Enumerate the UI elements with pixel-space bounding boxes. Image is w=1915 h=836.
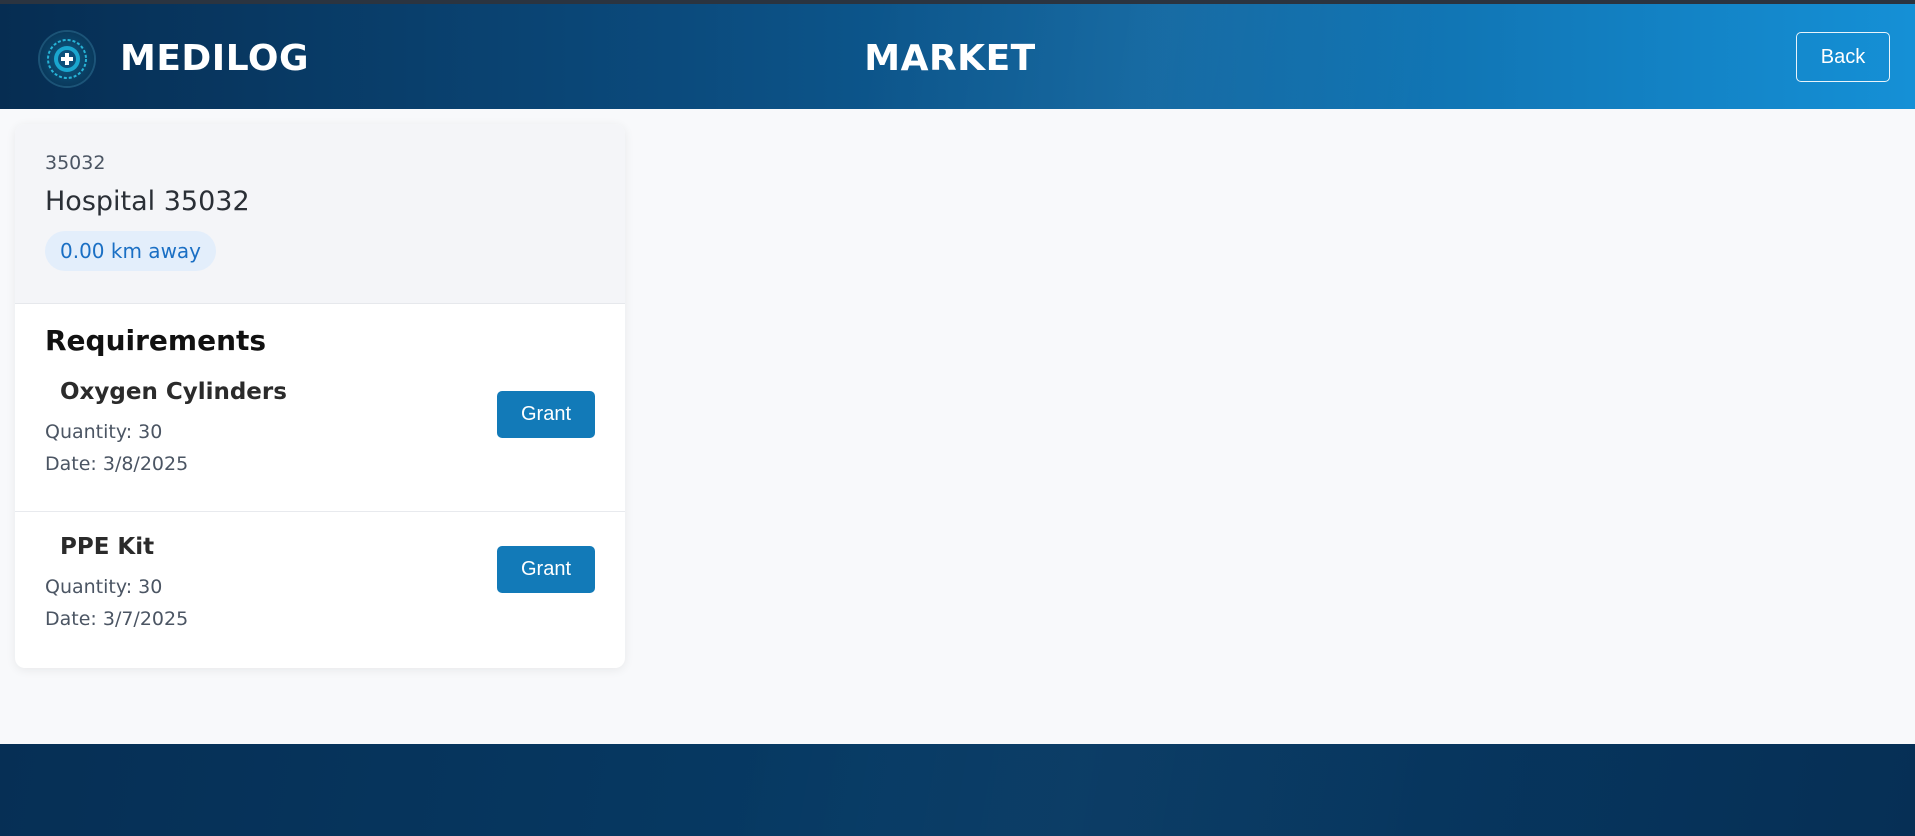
requirement-quantity: Quantity: 30 [45,576,163,598]
grant-button[interactable]: Grant [497,546,595,593]
requirement-item: Oxygen Cylinders Quantity: 30 Date: 3/8/… [15,357,625,512]
requirement-date: Date: 3/7/2025 [45,608,189,630]
grant-button[interactable]: Grant [497,391,595,438]
app-footer [0,744,1915,836]
requirement-name: PPE Kit [60,534,155,560]
requirement-name: Oxygen Cylinders [60,379,287,405]
back-button[interactable]: Back [1796,32,1890,82]
requirement-quantity: Quantity: 30 [45,421,163,443]
app-header: MEDILOG MARKET Back [0,4,1915,109]
hospital-id: 35032 [45,152,106,174]
hospital-card-header: 35032 Hospital 35032 0.00 km away [15,124,625,304]
distance-badge: 0.00 km away [45,231,217,271]
hospital-card: 35032 Hospital 35032 0.00 km away Requir… [15,124,625,668]
footer-shade [720,744,1915,836]
requirements-heading: Requirements [45,324,267,357]
requirement-item: PPE Kit Quantity: 30 Date: 3/7/2025 Gran… [15,512,625,667]
page-title: MARKET [864,38,1036,79]
hospital-name: Hospital 35032 [45,186,250,217]
requirement-date: Date: 3/8/2025 [45,453,189,475]
